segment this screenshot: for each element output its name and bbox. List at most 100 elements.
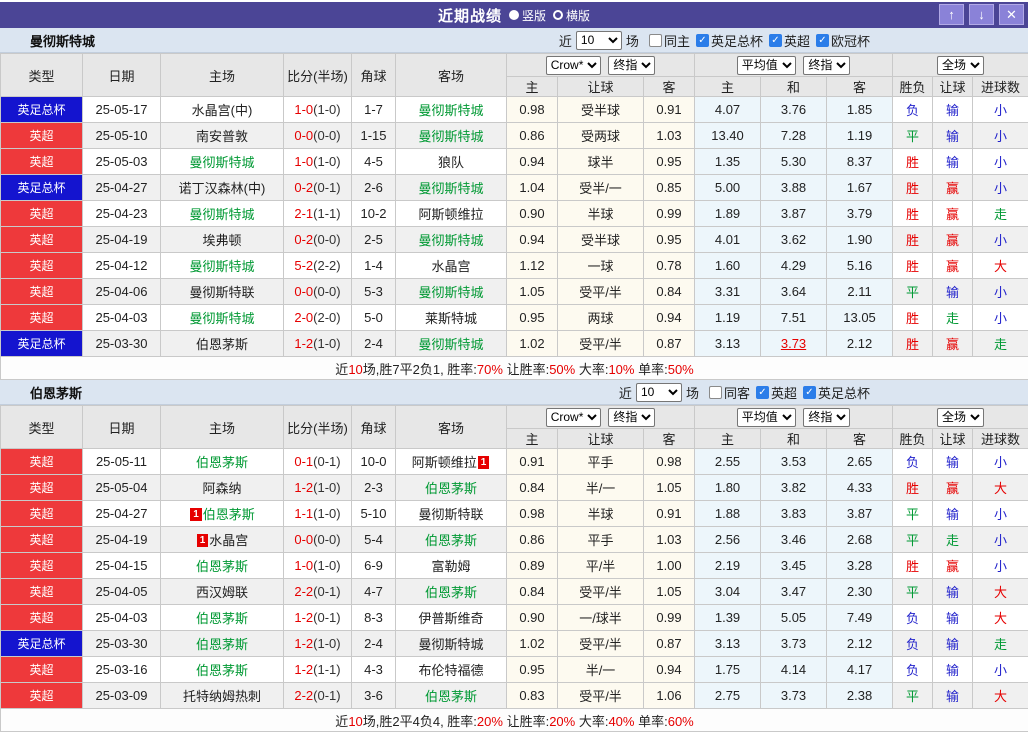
summary-segment: 10 <box>348 714 362 729</box>
bookmaker-select[interactable]: Crow* <box>546 56 601 75</box>
window-buttons: ↑↓✕ <box>934 4 1024 25</box>
filter-checkbox[interactable]: ✓英超 <box>769 31 810 50</box>
euro-home-odds: 3.13 <box>695 331 761 357</box>
checkbox-icon[interactable] <box>649 34 662 47</box>
asian-stage-select[interactable]: 终指 <box>608 408 655 427</box>
col-handicap-result: 让球 <box>933 429 973 449</box>
move-down-button[interactable]: ↓ <box>969 4 994 25</box>
result-handicap: 输 <box>933 149 973 175</box>
euro-away-odds: 7.49 <box>827 605 893 631</box>
scope-select[interactable]: 全场 <box>937 56 984 75</box>
asian-away-odds: 0.85 <box>644 175 695 201</box>
filter-checkbox[interactable]: 同客 <box>709 383 750 402</box>
filter-checkbox[interactable]: 同主 <box>649 31 690 50</box>
match-row: 英超25-04-06曼彻斯特联0-0(0-0)5-3曼彻斯特城1.05受平/半0… <box>1 279 1028 305</box>
asian-stage-select[interactable]: 终指 <box>608 56 655 75</box>
red-card-badge: 1 <box>190 508 202 521</box>
match-date: 25-04-06 <box>83 279 161 305</box>
filter-checkbox[interactable]: ✓英足总杯 <box>803 383 870 402</box>
euro-avg-select[interactable]: 平均值 <box>737 408 796 427</box>
home-team: 曼彻斯特城 <box>161 201 284 227</box>
result-winloss: 胜 <box>893 201 933 227</box>
layout-radio-vertical[interactable]: 竖版 <box>509 7 546 24</box>
summary-segment: 大率: <box>575 362 608 377</box>
euro-stage-select[interactable]: 终指 <box>803 408 850 427</box>
col-winloss: 胜负 <box>893 429 933 449</box>
euro-avg-select[interactable]: 平均值 <box>737 56 796 75</box>
away-team-name: 曼彻斯特城 <box>418 129 483 144</box>
away-team-name: 曼彻斯特联 <box>418 507 483 522</box>
match-row: 英足总杯25-04-27诺丁汉森林(中)0-2(0-1)2-6曼彻斯特城1.04… <box>1 175 1028 201</box>
competition-filters: 同主 ✓英足总杯 ✓英超 ✓欧冠杯 <box>645 31 870 50</box>
odds-value: 2.30 <box>847 584 872 599</box>
odds-value: 3.73 <box>781 336 806 351</box>
bookmaker-select[interactable]: Crow* <box>546 408 601 427</box>
checkbox-icon[interactable]: ✓ <box>769 34 782 47</box>
checkbox-icon[interactable]: ✓ <box>803 386 816 399</box>
halftime-score: (0-1) <box>313 180 340 195</box>
result-handicap: 输 <box>933 579 973 605</box>
filter-checkbox[interactable]: ✓欧冠杯 <box>816 31 870 50</box>
asian-handicap: 一/球半 <box>558 605 644 631</box>
asian-away-odds: 0.91 <box>644 97 695 123</box>
checkbox-label: 同主 <box>664 31 690 50</box>
result-winloss: 负 <box>893 97 933 123</box>
home-team: 伯恩茅斯 <box>161 553 284 579</box>
odds-value: 1.60 <box>715 258 740 273</box>
match-type-badge: 英超 <box>1 605 83 631</box>
odds-value: 4.14 <box>781 662 806 677</box>
match-count-select[interactable]: 10 <box>636 383 682 402</box>
match-date: 25-05-10 <box>83 123 161 149</box>
summary-segment: 近 <box>335 714 348 729</box>
home-team: 伯恩茅斯 <box>161 657 284 683</box>
result-goals: 小 <box>973 149 1028 175</box>
asian-away-odds: 0.99 <box>644 201 695 227</box>
filter-checkbox[interactable]: ✓英超 <box>756 383 797 402</box>
euro-home-odds: 1.19 <box>695 305 761 331</box>
match-date: 25-04-27 <box>83 501 161 527</box>
odds-value: 3.53 <box>781 454 806 469</box>
odds-value: 3.28 <box>847 558 872 573</box>
match-date: 25-05-17 <box>83 97 161 123</box>
odds-value: 3.13 <box>715 336 740 351</box>
close-button[interactable]: ✕ <box>999 4 1024 25</box>
euro-odds-selects: 平均值 终指 <box>695 54 893 77</box>
filter-checkbox[interactable]: ✓英足总杯 <box>696 31 763 50</box>
match-type-badge: 英超 <box>1 279 83 305</box>
checkbox-icon[interactable] <box>709 386 722 399</box>
score-cell: 2-2(0-1) <box>284 683 352 709</box>
record-summary: 近10场,胜7平2负1, 胜率:70% 让胜率:50% 大率:10% 单率:50… <box>1 357 1028 380</box>
away-team: 曼彻斯特城 <box>396 227 507 253</box>
checkbox-icon[interactable]: ✓ <box>756 386 769 399</box>
match-type-badge: 英超 <box>1 579 83 605</box>
halftime-score: (1-0) <box>313 154 340 169</box>
move-up-button[interactable]: ↑ <box>939 4 964 25</box>
fulltime-score: 2-2 <box>294 688 313 703</box>
away-team: 曼彻斯特城 <box>396 331 507 357</box>
away-team-name: 伯恩茅斯 <box>425 585 477 600</box>
match-count-select[interactable]: 10 <box>576 31 622 50</box>
checkbox-icon[interactable]: ✓ <box>696 34 709 47</box>
asian-handicap: 平/半 <box>558 553 644 579</box>
layout-radio-horizontal[interactable]: 横版 <box>553 7 590 24</box>
home-team: 埃弗顿 <box>161 227 284 253</box>
euro-draw-odds: 5.05 <box>761 605 827 631</box>
away-team: 伯恩茅斯 <box>396 527 507 553</box>
match-date: 25-04-03 <box>83 605 161 631</box>
asian-away-odds: 0.87 <box>644 331 695 357</box>
corner-count: 1-4 <box>352 253 396 279</box>
euro-stage-select[interactable]: 终指 <box>803 56 850 75</box>
asian-home-odds: 0.83 <box>507 683 558 709</box>
odds-value: 1.19 <box>847 128 872 143</box>
summary-segment: 大率: <box>575 714 608 729</box>
summary-segment: 单率: <box>634 362 667 377</box>
checkbox-icon[interactable]: ✓ <box>816 34 829 47</box>
euro-home-odds: 1.39 <box>695 605 761 631</box>
scope-select[interactable]: 全场 <box>937 408 984 427</box>
asian-away-odds: 0.95 <box>644 227 695 253</box>
match-row: 英超25-05-10南安普敦0-0(0-0)1-15曼彻斯特城0.86受两球1.… <box>1 123 1028 149</box>
match-row: 英超25-04-191水晶宫0-0(0-0)5-4伯恩茅斯0.86平手1.032… <box>1 527 1028 553</box>
odds-value: 7.28 <box>781 128 806 143</box>
match-type-badge: 英超 <box>1 475 83 501</box>
result-winloss: 负 <box>893 605 933 631</box>
